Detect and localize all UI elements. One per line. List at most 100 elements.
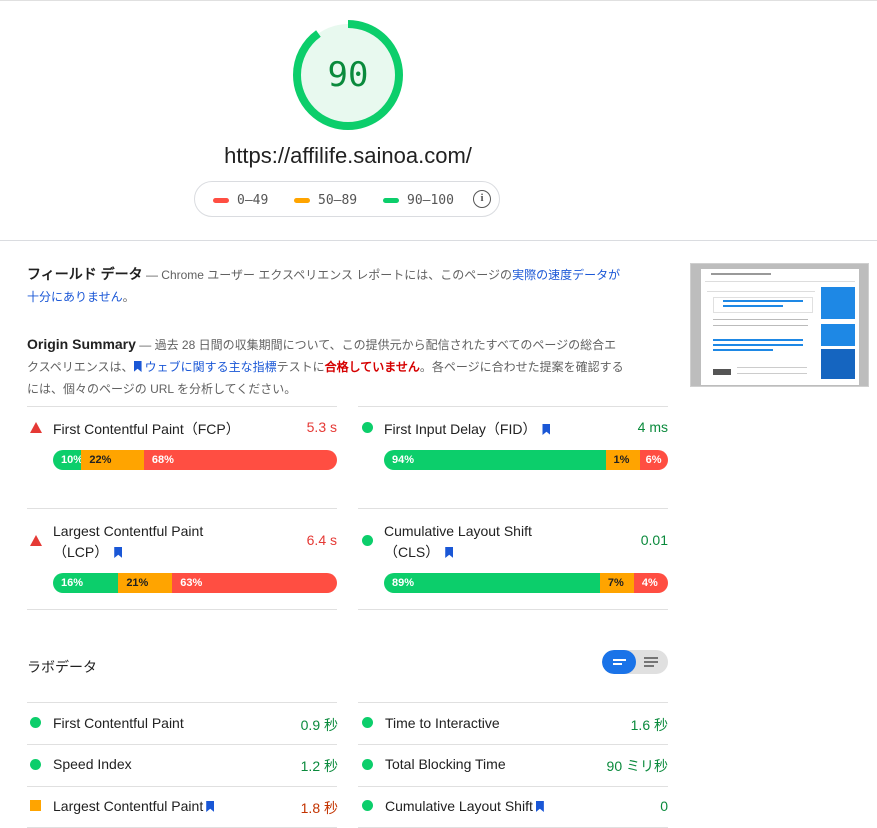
- section-divider: [0, 240, 877, 241]
- lab-metric-tbt-name: Total Blocking Time: [385, 756, 506, 772]
- field-metric-fid-name: First Input Delay（FID）: [384, 421, 537, 437]
- bookmark-icon: [133, 361, 142, 372]
- origin-summary: Origin Summary — 過去 28 日間の収集期間について、この提供元…: [27, 333, 627, 400]
- info-icon[interactable]: i: [473, 190, 491, 208]
- good-dot-icon: [362, 535, 373, 546]
- bookmark-icon: [542, 424, 551, 435]
- bookmark-icon: [206, 801, 215, 812]
- legend-item-good: 90–100: [383, 193, 454, 208]
- lab-metric-fcp-name: First Contentful Paint: [53, 715, 184, 731]
- dist-good: 89%: [384, 573, 600, 593]
- compact-view-toggle-on[interactable]: [602, 650, 636, 674]
- legend-item-average: 50–89: [294, 193, 357, 208]
- lab-metric-cls-name: Cumulative Layout Shift: [385, 798, 533, 814]
- good-dot-icon: [362, 422, 373, 433]
- bookmark-icon: [114, 547, 123, 558]
- field-data-header: フィールド データ — Chrome ユーザー エクスペリエンス レポートには、…: [27, 263, 627, 308]
- dist-average: 1%: [605, 450, 640, 470]
- lab-metric-lcp-name: Largest Contentful Paint: [53, 798, 204, 814]
- row-divider: [358, 702, 668, 703]
- row-divider: [358, 508, 668, 509]
- lab-metric-si-name: Speed Index: [53, 756, 132, 772]
- dist-good: 94%: [384, 450, 606, 470]
- legend-label: 90–100: [407, 193, 454, 208]
- page-screenshot-thumbnail: [690, 263, 869, 387]
- legend-swatch: [383, 198, 399, 203]
- poor-triangle-icon: [30, 422, 42, 433]
- field-metric-lcp-abbr: （LCP）: [53, 544, 109, 560]
- legend-label: 0–49: [237, 193, 269, 208]
- field-metric-cls-name: Cumulative Layout Shift: [384, 523, 532, 539]
- legend-label: 50–89: [318, 193, 358, 208]
- fcp-distribution-bar: 10% 22% 68%: [53, 450, 337, 470]
- legend-item-poor: 0–49: [213, 193, 268, 208]
- row-divider: [358, 609, 668, 610]
- lab-metric-fcp-value: 0.9 秒: [300, 717, 338, 733]
- row-divider: [27, 609, 337, 610]
- row-divider: [358, 406, 668, 407]
- lab-metric-si-value: 1.2 秒: [300, 758, 338, 774]
- score-legend: 0–49 50–89 90–100 i: [194, 181, 500, 217]
- score-value: 90: [327, 55, 369, 95]
- legend-swatch: [213, 198, 229, 203]
- row-divider: [27, 744, 337, 745]
- fid-distribution-bar: 94% 1% 6%: [384, 450, 668, 470]
- lab-metric-tti-name: Time to Interactive: [385, 715, 500, 731]
- lab-metric-lcp-value: 1.8 秒: [300, 800, 338, 816]
- page-url: https://affilife.sainoa.com/: [224, 143, 472, 168]
- good-dot-icon: [362, 717, 373, 728]
- bookmark-icon: [445, 547, 454, 558]
- field-metric-cls-value: 0.01: [640, 532, 668, 548]
- dist-average: 21%: [118, 573, 173, 593]
- dist-poor: 68%: [143, 450, 337, 470]
- field-metric-fcp-name: First Contentful Paint（FCP）: [53, 421, 240, 437]
- row-divider: [358, 786, 668, 787]
- good-dot-icon: [362, 800, 373, 811]
- lab-data-title: ラボデータ: [27, 659, 97, 675]
- dist-poor: 63%: [172, 573, 337, 593]
- field-metric-lcp-value: 6.4 s: [306, 532, 337, 548]
- row-divider: [27, 508, 337, 509]
- lab-metric-cls-value: 0: [660, 798, 668, 814]
- poor-triangle-icon: [30, 535, 42, 546]
- row-divider: [27, 406, 337, 407]
- row-divider: [358, 744, 668, 745]
- row-divider: [27, 702, 337, 703]
- lab-metric-lcp: Largest Contentful Paint: [53, 798, 215, 814]
- lab-metric-cls: Cumulative Layout Shift: [385, 798, 544, 814]
- field-metric-cls-abbr: （CLS）: [384, 544, 440, 560]
- legend-swatch: [294, 198, 310, 203]
- lab-metric-tti-value: 1.6 秒: [630, 717, 668, 733]
- field-metric-lcp: Largest Contentful Paint （LCP）: [53, 521, 203, 563]
- field-metric-lcp-name: Largest Contentful Paint: [53, 523, 204, 539]
- dist-poor: 6%: [639, 450, 668, 470]
- good-dot-icon: [30, 759, 41, 770]
- field-metric-fid-value: 4 ms: [637, 419, 668, 435]
- field-metric-fid: First Input Delay（FID）: [384, 419, 551, 439]
- good-dot-icon: [30, 717, 41, 728]
- dist-poor: 4%: [633, 573, 668, 593]
- origin-summary-desc2: テストに: [276, 360, 325, 374]
- assessment-failed-text: 合格していません: [324, 360, 420, 374]
- performance-score-gauge: 90: [293, 20, 403, 130]
- dist-good: 16%: [53, 573, 119, 593]
- dist-average: 22%: [81, 450, 144, 470]
- field-data-suffix: 。: [122, 290, 135, 304]
- cls-distribution-bar: 89% 7% 4%: [384, 573, 668, 593]
- dist-average: 7%: [599, 573, 634, 593]
- field-metric-cls: Cumulative Layout Shift （CLS）: [384, 521, 532, 563]
- lcp-distribution-bar: 16% 21% 63%: [53, 573, 337, 593]
- bookmark-icon: [535, 801, 544, 812]
- view-toggle[interactable]: [602, 650, 668, 674]
- good-dot-icon: [362, 759, 373, 770]
- origin-summary-title: Origin Summary: [27, 336, 136, 352]
- dist-good: 10%: [53, 450, 83, 470]
- row-divider: [27, 786, 337, 787]
- field-metric-fcp-value: 5.3 s: [306, 419, 337, 435]
- field-data-desc: — Chrome ユーザー エクスペリエンス レポートには、このページの: [145, 268, 513, 282]
- average-square-icon: [30, 800, 41, 811]
- core-web-vitals-link[interactable]: ウェブに関する主な指標: [145, 360, 277, 374]
- lab-metric-tbt-value: 90 ミリ秒: [606, 758, 668, 774]
- top-border: [0, 0, 877, 1]
- field-data-title: フィールド データ: [27, 266, 143, 282]
